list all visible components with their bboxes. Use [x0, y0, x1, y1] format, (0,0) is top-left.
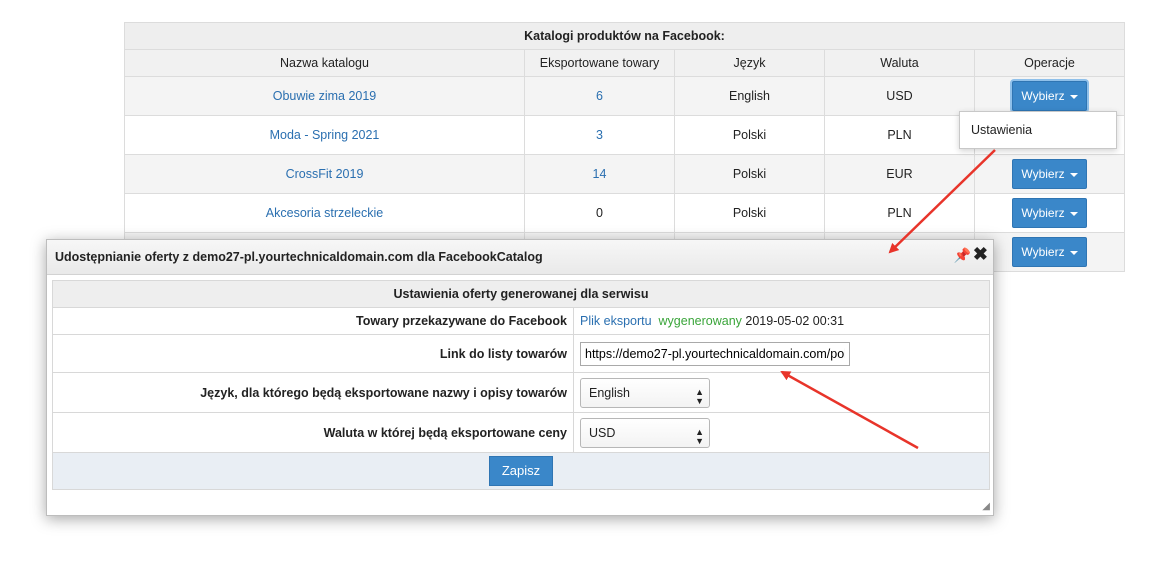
- annotation-arrows: [780, 149, 996, 450]
- annotation-arrow-to-dialog: [888, 149, 996, 254]
- annotation-arrow-to-link: [780, 370, 919, 450]
